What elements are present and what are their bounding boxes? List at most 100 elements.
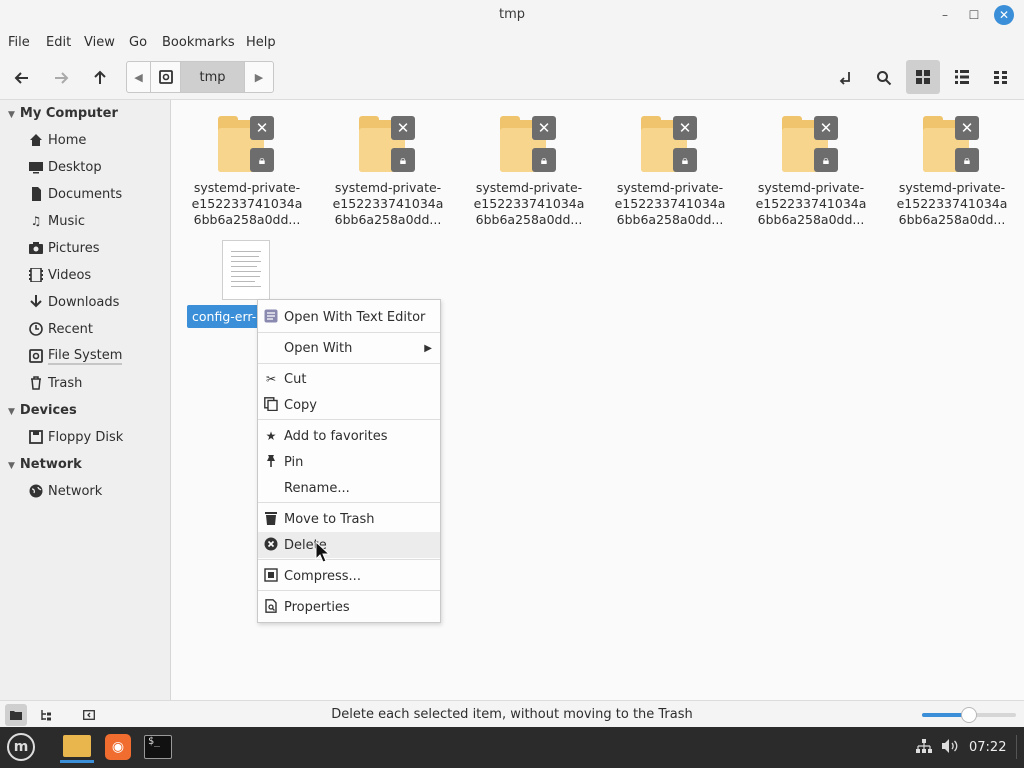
folder-icon: ✕ 🔒︎ [359,116,421,176]
icon-view-button[interactable] [906,60,940,94]
clock[interactable]: 07:22 [969,740,1006,755]
menu-bookmarks[interactable]: Bookmarks [162,35,235,50]
lock-icon: 🔒︎ [955,148,979,172]
pictures-icon [28,240,44,256]
folder-icon [63,734,91,757]
show-desktop-button[interactable] [1016,735,1017,759]
folder-item[interactable]: ✕ 🔒︎ systemd-private-e152233741034a 6bb6a… [468,116,590,236]
sidebar-item-file-system[interactable]: File System [28,346,123,366]
menu-help[interactable]: Help [246,35,276,50]
path-scroll-right[interactable]: ▶ [245,62,273,92]
desktop-icon [28,159,44,175]
folder-item[interactable]: ✕ 🔒︎ systemd-private-e152233741034a 6bb6a… [750,116,872,236]
sidebar-section-devices[interactable]: ▼ Devices [8,403,77,418]
unreadable-emblem-icon: ✕ [955,116,979,140]
back-button[interactable] [10,66,34,90]
menu-item-open-with-text-editor[interactable]: Open With Text Editor [258,304,440,330]
menu-view[interactable]: View [84,35,115,50]
path-scroll-left[interactable]: ◀ [127,62,151,92]
sidebar-item-downloads[interactable]: Downloads [28,292,119,312]
text-file-icon[interactable] [222,240,270,300]
menu-item-copy[interactable]: Copy [258,392,440,418]
folder-item[interactable]: ✕ 🔒︎ systemd-private-e152233741034a 6bb6a… [186,116,308,236]
close-button[interactable]: ✕ [994,5,1014,25]
path-current[interactable]: tmp [181,62,245,92]
menu-item-cut[interactable]: ✂ Cut [258,366,440,392]
sidebar-item-documents[interactable]: Documents [28,184,122,204]
filesystem-icon [158,70,173,84]
up-button[interactable] [88,66,112,90]
taskbar-file-manager[interactable] [60,731,94,763]
home-icon [28,132,44,148]
search-icon [877,71,892,86]
lock-icon: 🔒︎ [532,148,556,172]
compact-view-button[interactable] [984,60,1018,94]
minimize-button[interactable]: – [935,5,955,25]
search-button[interactable] [872,66,896,90]
grid-icon [916,70,930,84]
close-icon: ✕ [998,8,1010,22]
menu-item-delete[interactable]: Delete [258,532,440,558]
delete-icon [263,537,279,554]
sidebar-item-trash[interactable]: Trash [28,373,82,393]
taskbar-firefox[interactable]: ◉ [101,731,135,763]
folder-name: systemd-private-e152233741034a 6bb6a258a0… [191,180,303,227]
arrow-left-icon [14,72,28,84]
menu-bar: File Edit View Go Bookmarks Help [0,30,1024,56]
sidebar-item-desktop[interactable]: Desktop [28,157,102,177]
volume-tray-icon[interactable] [942,739,958,757]
zoom-slider[interactable] [922,707,1016,723]
unreadable-emblem-icon: ✕ [673,116,697,140]
menu-edit[interactable]: Edit [46,35,71,50]
submenu-arrow-icon: ▶ [424,342,432,354]
filesystem-icon [28,348,44,364]
sidebar-item-pictures[interactable]: Pictures [28,238,99,258]
sidebar-item-floppy-disk[interactable]: Floppy Disk [28,427,123,447]
folder-item[interactable]: ✕ 🔒︎ systemd-private-e152233741034a 6bb6a… [327,116,449,236]
sidebar-item-recent[interactable]: Recent [28,319,93,339]
menu-item-pin[interactable]: Pin [258,449,440,475]
folder-name: systemd-private-e152233741034a 6bb6a258a0… [614,180,726,227]
videos-icon [28,267,44,283]
sidebar-item-music[interactable]: ♫ Music [28,211,85,231]
lock-icon: 🔒︎ [673,148,697,172]
folder-item[interactable]: ✕ 🔒︎ systemd-private-e152233741034a 6bb6a… [609,116,731,236]
menu-item-open-with[interactable]: Open With ▶ [258,335,440,361]
trash-icon [263,511,279,528]
list-view-button[interactable] [945,60,979,94]
sidebar-section-network[interactable]: ▼ Network [8,457,82,472]
sidebar-item-network[interactable]: Network [28,481,102,501]
menu-go[interactable]: Go [129,35,147,50]
folder-item[interactable]: ✕ 🔒︎ systemd-private-e152233741034a 6bb6a… [891,116,1013,236]
start-menu-button[interactable]: m [4,731,38,763]
forward-button[interactable] [49,66,73,90]
pin-icon [263,454,279,471]
sidebar-section-my-computer[interactable]: ▼ My Computer [8,106,118,121]
menu-item-compress[interactable]: Compress... [258,563,440,589]
folder-name: systemd-private-e152233741034a 6bb6a258a0… [755,180,867,227]
status-bar: Delete each selected item, without movin… [0,700,1024,727]
menu-item-move-to-trash[interactable]: Move to Trash [258,506,440,532]
taskbar-terminal[interactable]: $_ [141,731,175,763]
sidebar-item-home[interactable]: Home [28,130,86,150]
zoom-slider-knob[interactable] [961,707,977,723]
lock-icon: 🔒︎ [391,148,415,172]
menu-item-properties[interactable]: Properties [258,594,440,620]
menu-file[interactable]: File [8,35,30,50]
expand-triangle-icon: ▼ [8,407,15,417]
menu-item-rename[interactable]: Rename... [258,475,440,501]
downloads-icon [28,294,44,310]
folder-name: systemd-private-e152233741034a 6bb6a258a0… [332,180,444,227]
unreadable-emblem-icon: ✕ [250,116,274,140]
copy-icon [263,396,279,414]
menu-item-add-to-favorites[interactable]: ★ Add to favorites [258,423,440,449]
sidebar-item-videos[interactable]: Videos [28,265,91,285]
toggle-location-button[interactable] [833,66,857,90]
path-root-button[interactable] [151,62,181,92]
status-message: Delete each selected item, without movin… [331,707,693,722]
network-tray-icon[interactable] [916,739,932,757]
unreadable-emblem-icon: ✕ [814,116,838,140]
minimize-icon: – [942,8,948,22]
maximize-button[interactable]: ☐ [964,5,984,25]
folder-icon: ✕ 🔒︎ [500,116,562,176]
